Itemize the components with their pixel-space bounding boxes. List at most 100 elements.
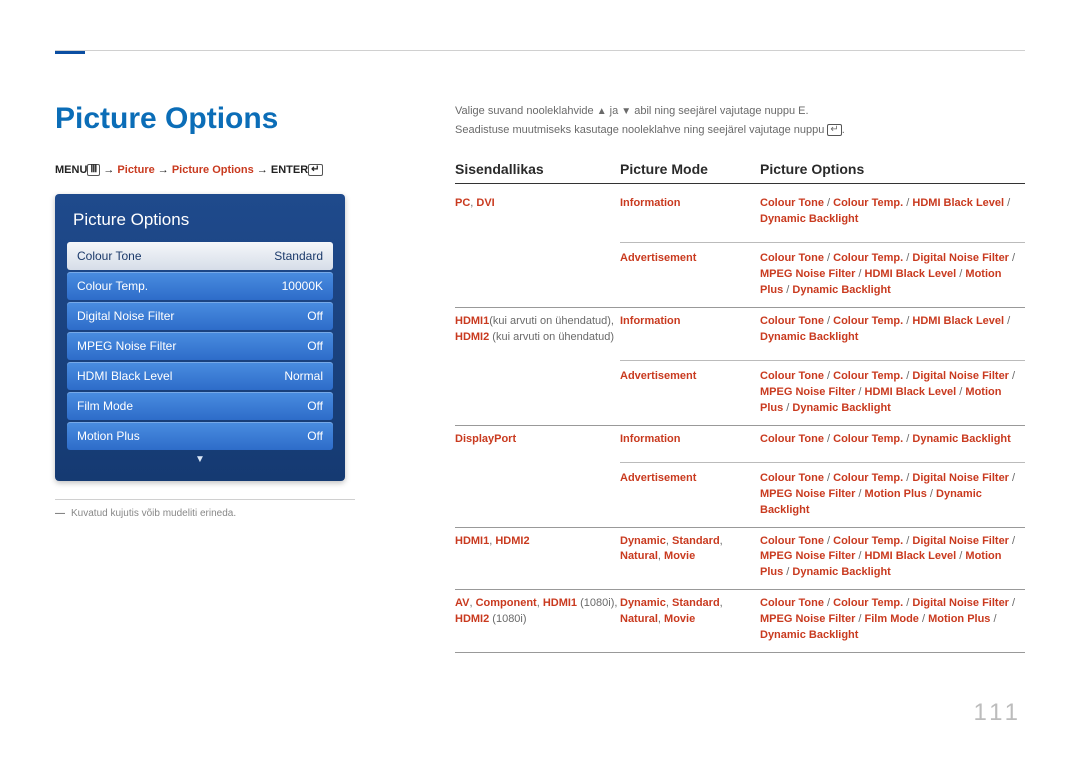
panel-row-label: HDMI Black Level: [77, 369, 172, 383]
table-subrow: PC, DVIInformationColour Tone / Colour T…: [455, 190, 1025, 236]
text-part: Colour Tone: [760, 535, 824, 547]
text-part: Film Mode: [865, 613, 919, 625]
cell-mode: Dynamic, Standard, Natural, Movie: [620, 596, 760, 644]
down-arrow-icon: ▼: [621, 106, 631, 117]
text-part: Dynamic: [620, 597, 666, 609]
text-part: Dynamic Backlight: [792, 566, 890, 578]
cell-options: Colour Tone / Colour Temp. / Digital Noi…: [760, 462, 1025, 519]
text-part: /: [824, 597, 833, 609]
menu-icon: Ⅲ: [87, 164, 100, 176]
text-part: /: [903, 433, 912, 445]
panel-row[interactable]: Film Mode Off: [67, 392, 333, 420]
text-part: /: [1009, 370, 1015, 382]
panel-row[interactable]: Colour ToneStandard: [67, 242, 333, 270]
text-part: Digital Noise Filter: [912, 370, 1009, 382]
right-column: Valige suvand nooleklahvide ▲ ja ▼ abil …: [410, 102, 1025, 653]
text-part: (1080i): [489, 613, 526, 625]
text-part: (1080i),: [577, 597, 617, 609]
intro-part: Valige suvand nooleklahvide: [455, 105, 597, 117]
text-part: HDMI2: [455, 331, 489, 343]
panel-row[interactable]: Motion Plus Off: [67, 422, 333, 450]
panel-row[interactable]: MPEG Noise FilterOff: [67, 332, 333, 360]
text-part: /: [824, 535, 833, 547]
text-part: Standard: [672, 597, 720, 609]
table-header-row: Sisendallikas Picture Mode Picture Optio…: [455, 161, 1025, 184]
text-part: HDMI Black Level: [865, 550, 957, 562]
text-part: Digital Noise Filter: [912, 252, 1009, 264]
text-part: /: [1009, 597, 1015, 609]
panel-row[interactable]: Digital Noise FilterOff: [67, 302, 333, 330]
arrow-icon: →: [257, 164, 271, 176]
text-part: MPEG Noise Filter: [760, 488, 855, 500]
panel-row-label: Colour Temp.: [77, 279, 148, 293]
text-part: Dynamic Backlight: [912, 433, 1010, 445]
cell-mode: Dynamic, Standard, Natural, Movie: [620, 534, 760, 582]
table-row: HDMI1(kui arvuti on ühendatud), HDMI2 (k…: [455, 308, 1025, 426]
panel-row[interactable]: HDMI Black Level Normal: [67, 362, 333, 390]
text-part: /: [903, 597, 912, 609]
intro-part: ja: [607, 105, 622, 117]
cell-source: HDMI1, HDMI2: [455, 534, 620, 582]
text-part: DisplayPort: [455, 433, 516, 445]
text-part: /: [855, 386, 864, 398]
panel-row-label: Film Mode: [77, 399, 133, 413]
footnote-text: Kuvatud kujutis võib mudeliti erineda.: [71, 508, 236, 519]
text-part: Information: [620, 315, 681, 327]
text-part: /: [855, 488, 864, 500]
cell-source: [455, 360, 620, 417]
arrow-icon: →: [103, 164, 117, 176]
text-part: Colour Temp.: [833, 197, 903, 209]
panel-row[interactable]: Colour Temp. 10000K: [67, 272, 333, 300]
text-part: Colour Temp.: [833, 370, 903, 382]
text-part: Dynamic Backlight: [792, 284, 890, 296]
table-subrow: HDMI1, HDMI2Dynamic, Standard, Natural, …: [455, 528, 1025, 590]
arrow-icon: →: [158, 164, 172, 176]
text-part: Advertisement: [620, 252, 696, 264]
table-subrow: AdvertisementColour Tone / Colour Temp. …: [455, 354, 1025, 425]
text-part: /: [855, 268, 864, 280]
text-part: /: [1009, 472, 1015, 484]
dash-icon: ―: [55, 508, 65, 519]
text-part: HDMI Black Level: [912, 315, 1004, 327]
panel-row-value: Off: [307, 429, 323, 443]
text-part: /: [903, 370, 912, 382]
panel-row-value: 10000K: [282, 279, 323, 293]
table-row: AV, Component, HDMI1 (1080i), HDMI2 (108…: [455, 590, 1025, 653]
text-part: (kui arvuti on ühendatud),: [489, 315, 614, 327]
table-subrow: AdvertisementColour Tone / Colour Temp. …: [455, 456, 1025, 527]
breadcrumb-enter: ENTER: [271, 164, 308, 176]
text-part: Information: [620, 197, 681, 209]
text-part: Information: [620, 433, 681, 445]
cell-mode: Advertisement: [620, 462, 760, 519]
text-part: ,: [720, 597, 723, 609]
panel-row-label: Motion Plus: [77, 429, 140, 443]
text-part: MPEG Noise Filter: [760, 268, 855, 280]
text-part: Dynamic Backlight: [792, 402, 890, 414]
text-part: Component: [476, 597, 537, 609]
text-part: Natural: [620, 550, 658, 562]
cell-options: Colour Tone / Colour Temp. / Digital Noi…: [760, 534, 1025, 582]
text-part: Digital Noise Filter: [912, 597, 1009, 609]
cell-source: HDMI1(kui arvuti on ühendatud), HDMI2 (k…: [455, 314, 620, 346]
text-part: ,: [720, 535, 723, 547]
text-part: /: [855, 613, 864, 625]
cell-options: Colour Tone / Colour Temp. / Digital Noi…: [760, 596, 1025, 644]
text-part: /: [1004, 315, 1010, 327]
text-part: /: [903, 315, 912, 327]
panel-row-value: Normal: [284, 369, 323, 383]
text-part: Colour Tone: [760, 315, 824, 327]
cell-options: Colour Tone / Colour Temp. / Digital Noi…: [760, 360, 1025, 417]
chevron-down-icon[interactable]: ▼: [67, 452, 333, 465]
settings-panel: Picture Options Colour ToneStandardColou…: [55, 194, 345, 481]
text-part: Dynamic: [620, 535, 666, 547]
text-part: /: [903, 472, 912, 484]
enter-icon: ↵: [827, 124, 841, 136]
text-part: Colour Temp.: [833, 433, 903, 445]
text-part: Colour Tone: [760, 370, 824, 382]
table-subrow: DisplayPortInformationColour Tone / Colo…: [455, 426, 1025, 456]
intro-part: .: [842, 124, 845, 136]
left-column: Picture Options MENUⅢ → Picture → Pictur…: [55, 102, 410, 653]
text-part: /: [824, 433, 833, 445]
table-subrow: AV, Component, HDMI1 (1080i), HDMI2 (108…: [455, 590, 1025, 652]
panel-row-value: Off: [307, 399, 323, 413]
